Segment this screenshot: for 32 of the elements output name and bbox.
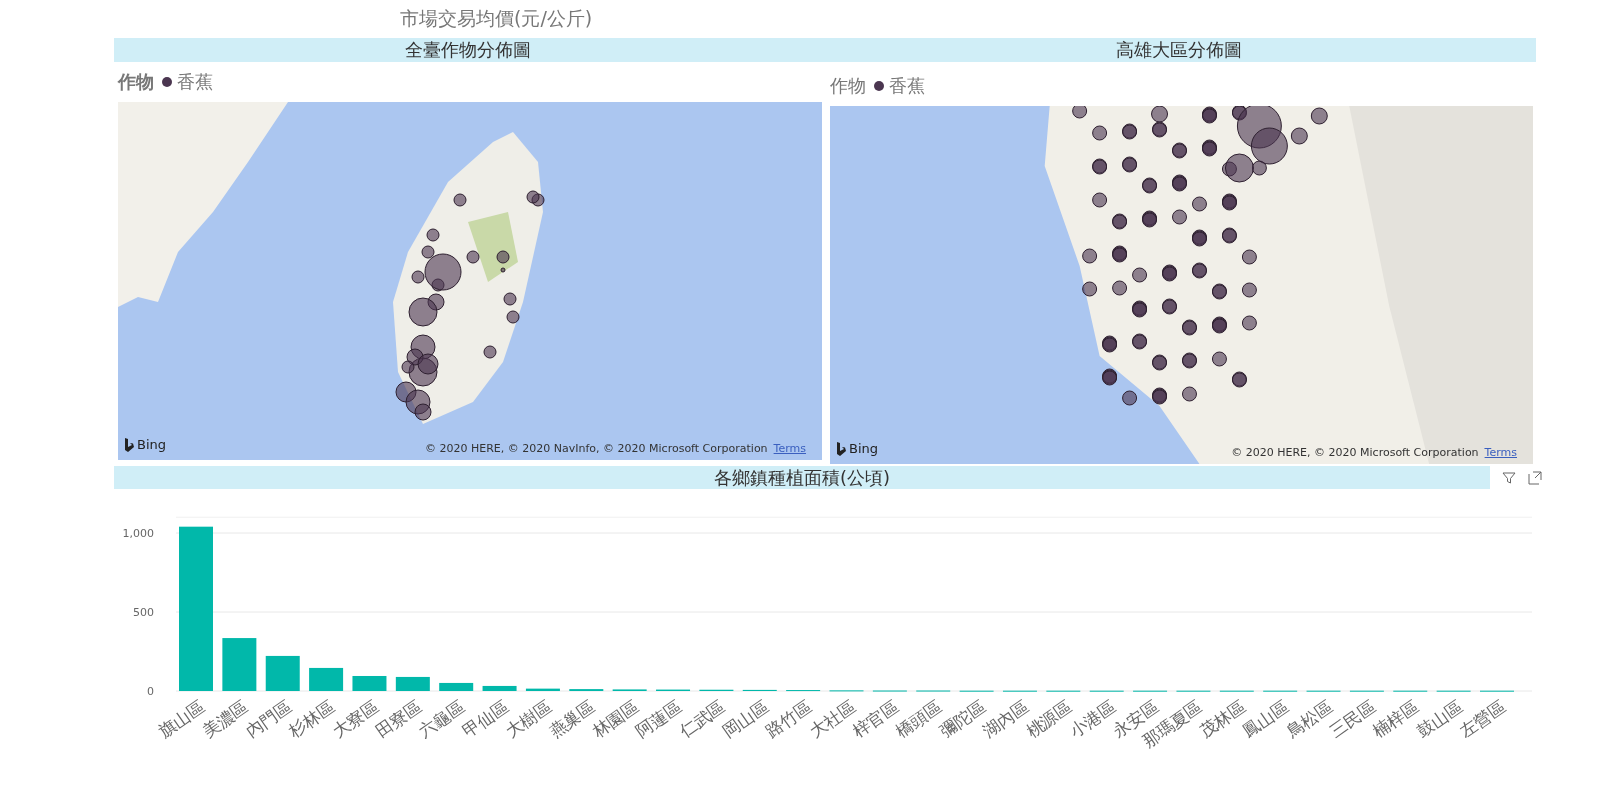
bar[interactable]	[439, 682, 474, 691]
legend-dot	[162, 77, 172, 87]
bar[interactable]	[525, 688, 560, 691]
terms-link[interactable]: Terms	[1484, 446, 1517, 459]
map-drawing[interactable]	[830, 106, 1533, 464]
visual-header: 高雄大區分佈圖	[1115, 38, 1243, 62]
legend-title: 作物	[118, 70, 154, 94]
bing-logo: Bing	[836, 441, 879, 456]
visual-header: 全臺作物分佈圖	[404, 38, 532, 62]
terms-link[interactable]: Terms	[773, 442, 806, 455]
map-attribution: © 2020 HERE, © 2020 NavInfo, © 2020 Microsoft Corporation	[425, 442, 768, 455]
map-drawing[interactable]	[118, 102, 822, 460]
bar[interactable]	[222, 638, 257, 691]
bar[interactable]	[395, 676, 430, 691]
chart-title: 市場交易均價(元/公斤)	[400, 6, 593, 31]
focus-mode-icon[interactable]	[1528, 470, 1542, 485]
visual-header: 各鄉鎮種植面積(公頃)	[114, 466, 1490, 489]
legend-dot	[874, 81, 884, 91]
bing-logo: Bing	[124, 437, 167, 452]
legend-label: 香蕉	[177, 70, 213, 94]
bar[interactable]	[309, 667, 344, 691]
bar[interactable]	[265, 655, 300, 691]
bar[interactable]	[179, 526, 213, 691]
bar[interactable]	[482, 685, 517, 691]
y-axis-label: 500	[133, 606, 154, 619]
legend-title: 作物	[830, 74, 866, 98]
legend-label: 香蕉	[889, 74, 925, 98]
filter-icon[interactable]	[1502, 470, 1516, 485]
bar[interactable]	[352, 676, 387, 691]
y-axis-label: 0	[147, 685, 154, 698]
map-attribution: © 2020 HERE, © 2020 Microsoft Corporation	[1231, 446, 1479, 459]
y-axis-label: 1,000	[122, 527, 154, 540]
